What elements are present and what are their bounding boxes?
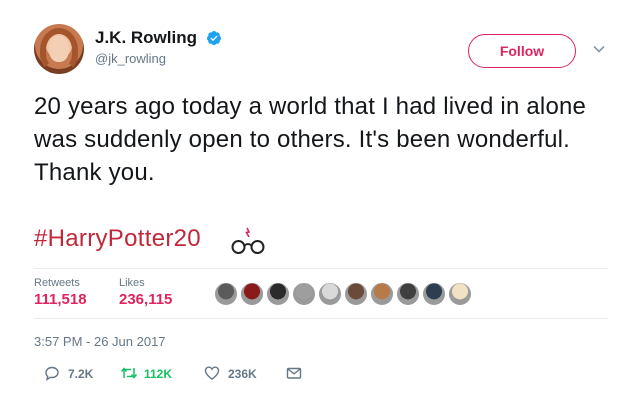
retweet-icon xyxy=(120,367,138,379)
tweet-timestamp[interactable]: 3:57 PM - 26 Jun 2017 xyxy=(34,334,166,349)
likes-count[interactable]: 236,115 xyxy=(119,291,172,308)
envelope-icon xyxy=(286,367,302,379)
reply-count: 7.2K xyxy=(68,367,94,381)
avatar-face xyxy=(49,36,69,62)
author-avatar[interactable] xyxy=(34,24,84,74)
tweet-card: J.K. Rowling @jk_rowling Follow 20 years… xyxy=(0,0,640,412)
author-handle[interactable]: @jk_rowling xyxy=(95,51,166,66)
hashtag-link[interactable]: #HarryPotter20 xyxy=(34,225,201,253)
liker-avatar[interactable] xyxy=(318,282,342,306)
liker-avatar[interactable] xyxy=(266,282,290,306)
liker-avatar[interactable] xyxy=(240,282,264,306)
reply-button[interactable]: 7.2K xyxy=(44,364,104,384)
retweet-count: 112K xyxy=(144,367,173,381)
tweet-text: 20 years ago today a world that I had li… xyxy=(34,93,587,186)
liker-avatar[interactable] xyxy=(396,282,420,306)
author-name[interactable]: J.K. Rowling xyxy=(95,28,197,48)
harry-potter-glasses-icon xyxy=(231,227,265,254)
retweet-button[interactable]: 112K xyxy=(120,364,182,384)
retweets-label: Retweets xyxy=(34,277,80,289)
stats-top-divider xyxy=(34,268,608,269)
like-button[interactable]: 236K xyxy=(204,364,266,384)
liker-avatar[interactable] xyxy=(448,282,472,306)
reply-icon xyxy=(45,366,59,381)
follow-button[interactable]: Follow xyxy=(468,34,576,68)
likes-label: Likes xyxy=(119,277,145,289)
liker-avatar[interactable] xyxy=(370,282,394,306)
like-count: 236K xyxy=(228,367,257,381)
liker-avatar[interactable] xyxy=(422,282,446,306)
retweets-count[interactable]: 111,518 xyxy=(34,291,87,308)
chevron-down-icon[interactable] xyxy=(592,42,606,56)
liker-avatar[interactable] xyxy=(292,282,316,306)
stats-bottom-divider xyxy=(34,318,608,319)
liker-avatar[interactable] xyxy=(214,282,238,306)
direct-message-button[interactable] xyxy=(286,364,304,384)
heart-icon xyxy=(204,366,220,380)
verified-badge-icon xyxy=(207,31,221,46)
liker-avatar[interactable] xyxy=(344,282,368,306)
